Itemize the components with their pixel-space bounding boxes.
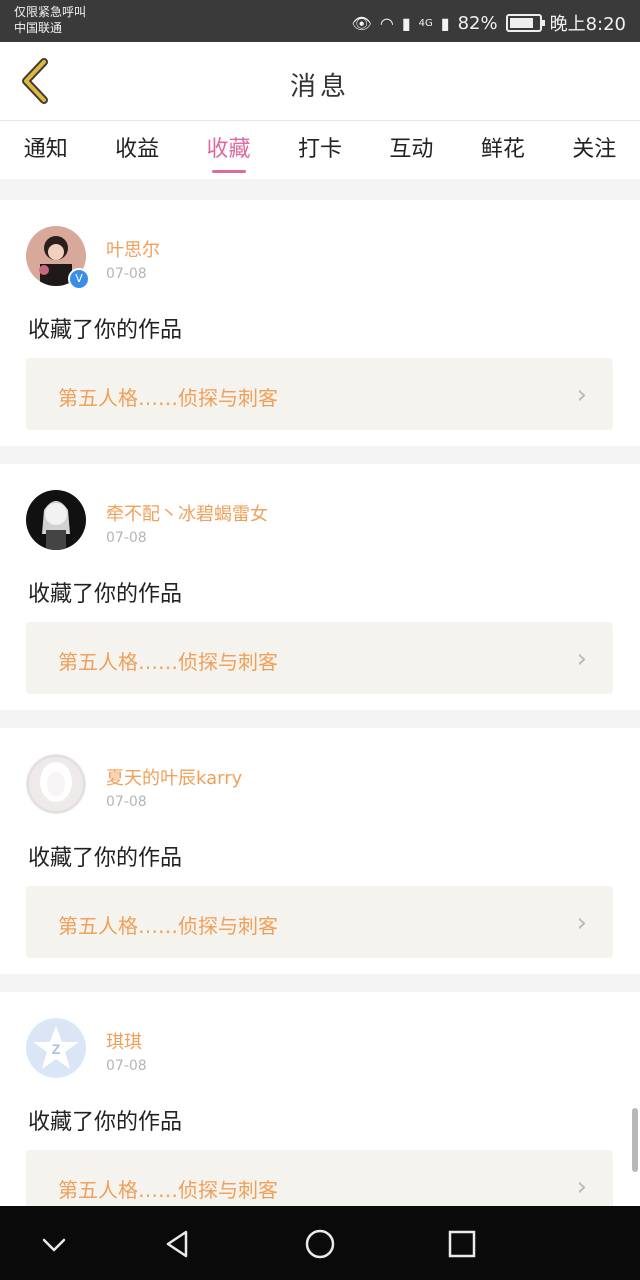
work-title: 第五人格……侦探与刺客 bbox=[58, 1178, 278, 1202]
recents-square-icon[interactable] bbox=[446, 1228, 478, 1260]
verified-badge-icon: V bbox=[68, 268, 90, 290]
signal-off-icon: ▮ bbox=[401, 13, 411, 33]
chevron-right-icon: › bbox=[576, 908, 587, 938]
chevron-down-icon[interactable] bbox=[38, 1228, 70, 1260]
work-link[interactable]: 第五人格……侦探与刺客 › bbox=[26, 622, 613, 694]
username[interactable]: 叶思尔 bbox=[106, 236, 160, 262]
tab-flowers[interactable]: 鲜花 bbox=[457, 121, 548, 179]
chevron-right-icon: › bbox=[576, 644, 587, 674]
signal-icon: ▮ bbox=[440, 13, 450, 33]
action-text: 收藏了你的作品 bbox=[28, 846, 183, 871]
wifi-icon: ◠ bbox=[379, 13, 394, 33]
battery-icon bbox=[505, 14, 545, 32]
status-bar: 仅限紧急呼叫 中国联通 👁 ◠ ▮ 4G ▮ 82% 晚上8:20 bbox=[0, 0, 640, 42]
message-date: 07-08 bbox=[106, 1058, 147, 1074]
scrollbar[interactable] bbox=[632, 1108, 638, 1172]
username[interactable]: 牵不配丶冰碧蝎雷女 bbox=[106, 500, 268, 526]
eye-icon: 👁 bbox=[351, 13, 372, 33]
tab-checkin[interactable]: 打卡 bbox=[274, 121, 365, 179]
network-type: 4G bbox=[418, 17, 433, 29]
action-text: 收藏了你的作品 bbox=[28, 1110, 183, 1135]
avatar[interactable]: Z bbox=[26, 1018, 86, 1078]
chevron-right-icon: › bbox=[576, 1172, 587, 1202]
tab-earnings[interactable]: 收益 bbox=[91, 121, 182, 179]
avatar[interactable] bbox=[26, 754, 86, 814]
work-title: 第五人格……侦探与刺客 bbox=[58, 386, 278, 410]
message-date: 07-08 bbox=[106, 530, 147, 546]
message-list: V 叶思尔 07-08 收藏了你的作品 第五人格……侦探与刺客 › 牵不配丶冰碧… bbox=[0, 200, 640, 1256]
list-item: 牵不配丶冰碧蝎雷女 07-08 收藏了你的作品 第五人格……侦探与刺客 › bbox=[0, 464, 640, 710]
svg-text:Z: Z bbox=[52, 1041, 61, 1057]
home-circle-icon[interactable] bbox=[304, 1228, 336, 1260]
work-title: 第五人格……侦探与刺客 bbox=[58, 914, 278, 938]
username[interactable]: 琪琪 bbox=[106, 1028, 142, 1054]
username[interactable]: 夏天的叶辰karry bbox=[106, 764, 242, 790]
tab-interaction[interactable]: 互动 bbox=[366, 121, 457, 179]
work-title: 第五人格……侦探与刺客 bbox=[58, 650, 278, 674]
clock: 晚上8:20 bbox=[549, 14, 626, 35]
avatar[interactable] bbox=[26, 490, 86, 550]
app-header: 消息 bbox=[0, 42, 640, 121]
chevron-right-icon: › bbox=[576, 380, 587, 410]
list-item: V 叶思尔 07-08 收藏了你的作品 第五人格……侦探与刺客 › bbox=[0, 200, 640, 446]
tab-notifications[interactable]: 通知 bbox=[0, 121, 91, 179]
emergency-calls-text: 仅限紧急呼叫 bbox=[14, 5, 87, 19]
tab-favorites[interactable]: 收藏 bbox=[183, 121, 274, 179]
message-date: 07-08 bbox=[106, 266, 147, 282]
page-title: 消息 bbox=[289, 72, 350, 102]
list-item: 夏天的叶辰karry 07-08 收藏了你的作品 第五人格……侦探与刺客 › bbox=[0, 728, 640, 974]
back-triangle-icon[interactable] bbox=[162, 1228, 194, 1260]
carrier-text: 中国联通 bbox=[14, 21, 63, 35]
action-text: 收藏了你的作品 bbox=[28, 318, 183, 343]
system-nav-bar bbox=[0, 1206, 640, 1280]
battery-percent: 82% bbox=[457, 12, 498, 34]
message-date: 07-08 bbox=[106, 794, 147, 810]
work-link[interactable]: 第五人格……侦探与刺客 › bbox=[26, 358, 613, 430]
list-item: Z 琪琪 07-08 收藏了你的作品 第五人格……侦探与刺客 › bbox=[0, 992, 640, 1238]
tab-follow[interactable]: 关注 bbox=[549, 121, 640, 179]
action-text: 收藏了你的作品 bbox=[28, 582, 183, 607]
tab-bar: 通知 收益 收藏 打卡 互动 鲜花 关注 bbox=[0, 121, 640, 179]
work-link[interactable]: 第五人格……侦探与刺客 › bbox=[26, 886, 613, 958]
